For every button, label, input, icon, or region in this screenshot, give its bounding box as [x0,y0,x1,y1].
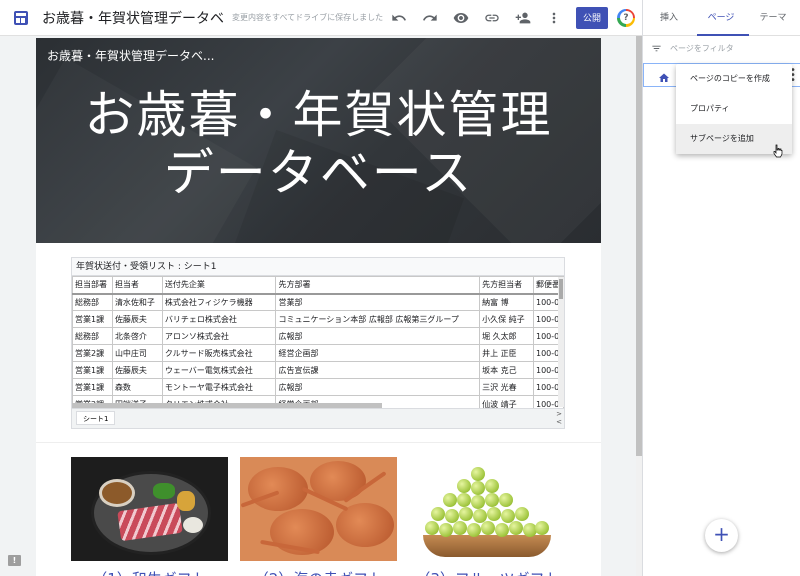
table-cell: 納富 博 [479,293,534,311]
caption-seafood[interactable]: （2）海の幸ギフト [240,568,397,576]
link-icon[interactable] [480,6,504,30]
table-cell: 佐藤辰夫 [111,310,163,328]
table-cell: バリチェロ株式会社 [161,310,277,328]
save-status: 変更内容をすべてドライブに保存しました [232,13,384,22]
editor-canvas: お歳暮・年賀状管理データベ... お歳暮・年賀状管理 データベース 年賀状送付・… [0,36,642,576]
table-cell: ウェーバー電気株式会社 [161,361,277,379]
seafood-gift-image[interactable] [240,457,397,561]
more-vert-icon[interactable] [542,6,566,30]
add-person-icon[interactable] [511,6,535,30]
table-cell: 営業2課 [72,344,113,362]
menu-item-duplicate-page[interactable]: ページのコピーを作成 [676,64,792,94]
table-cell: コミュニケーション本部 広報部 広報第三グループ [275,310,481,328]
table-cell: 森数 [111,378,163,396]
top-bar: お歳暮・年賀状管理データベー... 変更内容をすべてドライブに保存しました 公開… [0,0,642,36]
table-cell: 広報部 [275,327,481,345]
wagyu-gift-image[interactable] [71,457,228,561]
header-banner[interactable]: お歳暮・年賀状管理データベ... お歳暮・年賀状管理 データベース [36,38,601,243]
table-cell: 株式会社フィジケラ機器 [161,293,277,311]
page-title-line1: お歳暮・年賀状管理 [84,86,553,144]
redo-icon[interactable] [418,6,442,30]
undo-icon[interactable] [387,6,411,30]
table-cell: 広告宣伝課 [275,361,481,379]
table-row: 総務部 清水佐和子 株式会社フィジケラ機器 営業部 納富 博 100-0 [72,293,564,311]
table-cell: 総務部 [72,327,113,345]
table-cell: クルサード販売株式会社 [161,344,277,362]
table-row: 営業1課 佐藤辰夫 ウェーバー電気株式会社 広告宣伝課 坂本 克己 100-0 [72,361,564,379]
table-row: 営業1課 森数 モントーヤ電子株式会社 広報部 三沢 光春 100-0 [72,378,564,396]
sheet-tab-bar: シート1 > < [72,408,564,428]
site-page: お歳暮・年賀状管理データベ... お歳暮・年賀状管理 データベース 年賀状送付・… [36,38,601,576]
column-header: 先方担当者 [479,276,534,295]
table-cell: 営業1課 [72,310,113,328]
table-cell: 総務部 [72,293,113,311]
eye-icon[interactable] [449,6,473,30]
table-cell: モントーヤ電子株式会社 [161,378,277,396]
table-cell: 営業1課 [72,361,113,379]
table-row: 営業2課 山中庄司 クルサード販売株式会社 経営企画部 井上 正臣 100-0 [72,344,564,362]
table-cell: 山中庄司 [111,344,163,362]
help-label: ? [619,11,633,24]
menu-item-properties[interactable]: プロパティ [676,94,792,124]
table-cell: アロンソ株式会社 [161,327,277,345]
sheet-tab[interactable]: シート1 [76,411,116,425]
hand-cursor-icon [773,144,783,158]
fruit-gift-image[interactable] [409,457,566,561]
filter-placeholder: ページをフィルタ [670,43,734,53]
caption-fruit[interactable]: （3）フルーツギフト [409,568,566,576]
column-header: 送付先企業 [161,276,277,295]
column-header: 先方部署 [275,276,481,295]
add-page-button[interactable]: + [705,519,738,552]
section-divider [36,442,601,443]
page-filter[interactable]: ページをフィルタ [643,36,800,60]
sites-logo-icon[interactable] [14,10,28,25]
table-cell: 営業1課 [72,378,113,396]
table-row: 営業1課 佐藤辰夫 バリチェロ株式会社 コミュニケーション本部 広報部 広報第三… [72,310,564,328]
panel-tabs: 挿入 ページ テーマ [643,0,800,36]
tab-insert[interactable]: 挿入 [643,0,695,35]
help-icon[interactable]: ? [617,8,635,27]
home-icon [658,69,670,82]
table-cell: 広報部 [275,378,481,396]
table-cell: 清水佐和子 [111,293,163,311]
table-cell: 井上 正臣 [479,344,534,362]
publish-button[interactable]: 公開 [576,6,608,29]
table-cell: 三沢 光春 [479,378,534,396]
column-header: 担当者 [111,276,163,295]
page-title[interactable]: お歳暮・年賀状管理 データベース [36,86,601,202]
table-cell: 北条啓介 [111,327,163,345]
spreadsheet-vertical-scrollbar[interactable] [558,277,564,407]
table-cell: 佐藤辰夫 [111,361,163,379]
tab-pages[interactable]: ページ [695,0,747,35]
site-name[interactable]: お歳暮・年賀状管理データベ... [47,47,214,64]
table-row: 総務部 北条啓介 アロンソ株式会社 広報部 堀 久太郎 100-0 [72,327,564,345]
table-cell: 坂本 克己 [479,361,534,379]
embedded-spreadsheet[interactable]: 年賀状送付・受領リスト : シート1 担当部署 担当者 送付先企業 先方部署 先… [71,257,565,429]
spreadsheet-table: 担当部署 担当者 送付先企業 先方部署 先方担当者 郵便番 総務部 清水佐和子 … [72,276,564,413]
table-cell: 営業部 [275,293,481,311]
table-cell: 堀 久太郎 [479,327,534,345]
table-cell: 経営企画部 [275,344,481,362]
caption-wagyu[interactable]: （1）和牛ギフト [71,568,228,576]
document-title[interactable]: お歳暮・年賀状管理データベー... [42,8,224,28]
tab-themes[interactable]: テーマ [747,0,799,35]
active-tab-indicator [697,34,749,36]
table-cell: 小久保 純子 [479,310,534,328]
feedback-icon[interactable]: ! [8,555,21,566]
page-title-line2: データベース [163,144,474,202]
filter-icon [652,45,661,51]
page-context-menu: ページのコピーを作成 プロパティ サブページを追加 [676,64,792,154]
spreadsheet-title: 年賀状送付・受領リスト : シート1 [72,258,564,276]
table-header-row: 担当部署 担当者 送付先企業 先方部署 先方担当者 郵便番 [72,276,564,295]
sheet-scroll-arrows-icon[interactable]: > < [556,410,562,426]
column-header: 担当部署 [72,276,113,295]
